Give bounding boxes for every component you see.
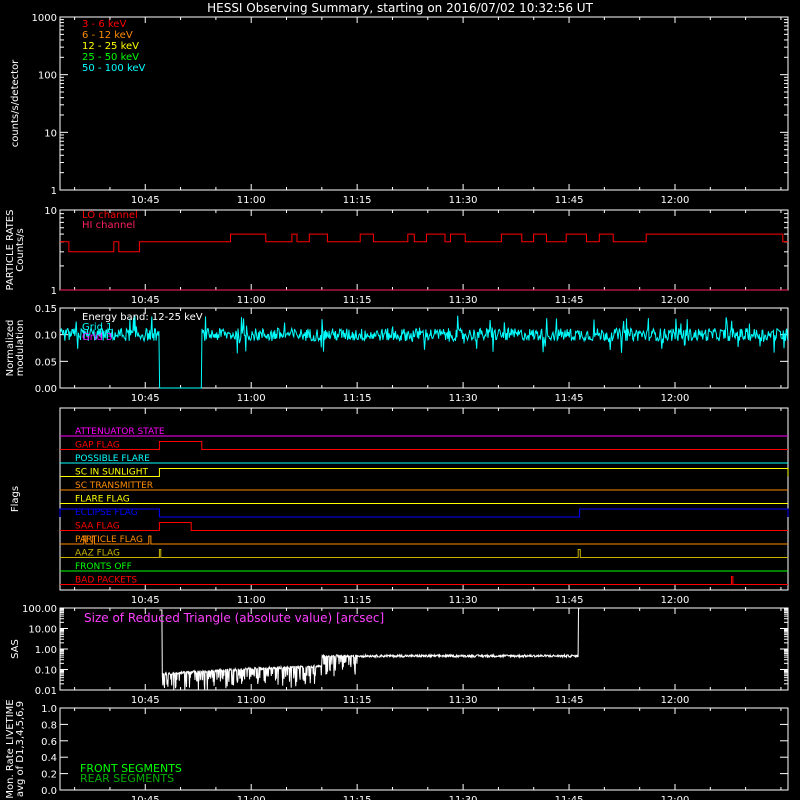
legend-entry: 3 - 6 keV — [82, 19, 126, 30]
series-line-grid-1 — [60, 315, 788, 389]
x-tick-label: 11:15 — [343, 795, 372, 800]
y-tick-label: 0.6 — [41, 737, 57, 748]
y-tick-label: 100.00 — [22, 604, 57, 615]
y-tick-label: 0.15 — [35, 304, 57, 315]
panel-3-axes: 10:45 11:00 11:15 11:30 11:45 12:00 — [59, 407, 789, 606]
x-tick-label: 10:45 — [131, 695, 160, 706]
y-tick-label: 0.10 — [35, 666, 57, 677]
y-tick-label: 1 — [51, 286, 57, 297]
flag-trace — [60, 522, 788, 531]
x-tick-label: 11:45 — [555, 195, 584, 206]
x-tick-label: 11:30 — [449, 595, 478, 606]
legend-entry: REAR SEGMENTS — [80, 772, 174, 785]
y-tick-label: 0.8 — [41, 720, 57, 731]
y-tick-label: 100 — [38, 71, 57, 82]
y-tick-label: 0.0 — [41, 786, 57, 797]
y-tick-label: 0.01 — [35, 686, 57, 697]
x-tick-label: 11:00 — [237, 695, 266, 706]
x-tick-label: 10:45 — [131, 195, 160, 206]
panel-1-axes: 10:45 11:00 11:15 11:30 11:45 12:00 1 10 — [44, 206, 789, 306]
x-tick-label: 12:00 — [661, 195, 690, 206]
x-tick-label: 11:00 — [237, 795, 266, 800]
x-tick-label: 11:15 — [343, 295, 372, 306]
flag-trace — [59, 508, 789, 518]
particle-rate-ylabel: Counts/s — [15, 228, 26, 272]
livetime-ylabel: avg of D1,3,4,5,6,9 — [15, 701, 26, 797]
panel-frame — [59, 209, 789, 291]
x-tick-label: 10:45 — [131, 795, 160, 800]
x-tick-label: 10:45 — [131, 393, 160, 404]
x-tick-label: 11:00 — [237, 295, 266, 306]
x-tick-label: 11:45 — [555, 295, 584, 306]
legend-entry: 6 - 12 keV — [82, 30, 133, 41]
x-tick-label: 11:00 — [237, 195, 266, 206]
legend-entry: 50 - 100 keV — [82, 63, 146, 74]
panel-0-axes: 10:45 11:00 11:15 11:30 11:45 12:00 1 10 100 1000 — [32, 13, 789, 206]
x-tick-label: 12:00 — [661, 595, 690, 606]
y-tick-label: 10 — [44, 128, 57, 139]
series-line-lo-channel — [60, 233, 788, 253]
y-tick-label: 0.10 — [35, 331, 57, 342]
x-tick-label: 10:45 — [131, 295, 160, 306]
legend-entry: Grid 3 — [82, 332, 113, 343]
y-tick-label: 1.00 — [35, 645, 57, 656]
y-tick-label: 10 — [44, 206, 57, 217]
panel-frame — [59, 16, 789, 191]
flag-trace — [60, 549, 788, 558]
x-tick-label: 11:45 — [555, 393, 584, 404]
panel-5-axes: 10:45 11:00 11:15 11:30 11:45 12:00 0.0 0.2 0.4 0… — [41, 704, 789, 800]
x-tick-label: 11:15 — [343, 393, 372, 404]
flags-ylabel: Flags — [10, 486, 21, 512]
x-tick-label: 10:45 — [131, 595, 160, 606]
y-tick-label: 0.2 — [41, 770, 57, 781]
legend-entry: 12 - 25 keV — [82, 41, 139, 52]
x-tick-label: 11:45 — [555, 595, 584, 606]
sas-annotation: Size of Reduced Triangle (absolute value… — [84, 611, 384, 625]
observing-summary-figure: HESSI Observing Summary, starting on 201… — [0, 0, 800, 800]
x-tick-label: 11:45 — [555, 795, 584, 800]
y-tick-label: 1000 — [32, 13, 57, 24]
x-tick-label: 11:00 — [237, 393, 266, 404]
x-tick-label: 11:30 — [449, 195, 478, 206]
x-tick-label: 11:15 — [343, 695, 372, 706]
x-tick-label: 12:00 — [661, 795, 690, 800]
summary-plot-svg: HESSI Observing Summary, starting on 201… — [0, 0, 789, 800]
y-tick-label: 1 — [51, 186, 57, 197]
x-tick-label: 11:00 — [237, 595, 266, 606]
x-tick-label: 11:15 — [343, 195, 372, 206]
figure-title: HESSI Observing Summary, starting on 201… — [207, 1, 593, 15]
x-tick-label: 11:30 — [449, 695, 478, 706]
x-tick-label: 12:00 — [661, 393, 690, 404]
y-tick-label: 1.0 — [41, 704, 57, 715]
y-tick-label: 0.05 — [35, 357, 57, 368]
x-tick-label: 11:15 — [343, 595, 372, 606]
x-tick-label: 11:45 — [555, 695, 584, 706]
flag-trace — [60, 535, 788, 545]
flag-trace — [60, 441, 788, 450]
flag-trace — [60, 468, 789, 477]
count-rate-ylabel: counts/s/detector — [10, 59, 21, 147]
panel-frame — [59, 407, 789, 591]
x-tick-label: 12:00 — [661, 295, 690, 306]
y-tick-label: 0.4 — [41, 753, 57, 764]
x-tick-label: 11:30 — [449, 295, 478, 306]
y-tick-label: 10.00 — [28, 625, 57, 636]
x-tick-label: 11:30 — [449, 393, 478, 404]
y-tick-label: 0.00 — [35, 384, 57, 395]
x-tick-label: 11:30 — [449, 795, 478, 800]
legend-entry: HI channel — [82, 220, 135, 231]
flag-trace — [60, 576, 788, 585]
legend-entry: 25 - 50 keV — [82, 52, 139, 63]
sas-ylabel: SAS — [10, 639, 21, 659]
x-tick-label: 12:00 — [661, 695, 690, 706]
modulation-ylabel: modulation — [15, 320, 26, 377]
